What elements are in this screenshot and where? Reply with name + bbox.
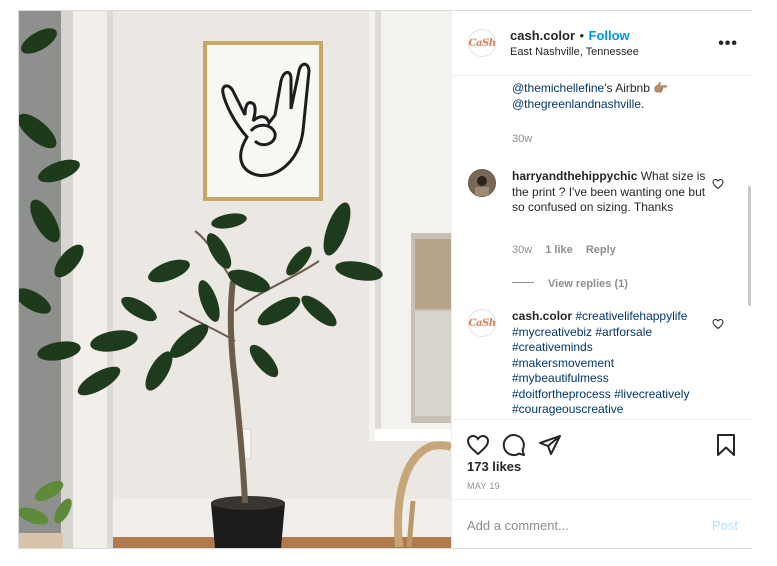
bookmark-icon[interactable] [714, 433, 738, 457]
hashtag-link[interactable]: #mybeautifulmess [512, 371, 609, 385]
heart-icon[interactable] [466, 433, 490, 457]
hashtag-comment: cash.color #creativelifehappylife #mycre… [512, 309, 712, 418]
comment-username[interactable]: harryandthehippychic [512, 169, 637, 183]
view-replies-label: View replies (1) [548, 278, 628, 290]
comment-text: harryandthehippychic What size is the pr… [512, 169, 712, 216]
comments-scrollbar[interactable] [748, 186, 751, 306]
caption-tail: @themichellefine's Airbnb 👉🏽 @thegreenla… [512, 81, 712, 112]
author-username[interactable]: cash.color [510, 28, 575, 43]
hashtag-link[interactable]: #makersmovement [512, 356, 614, 370]
post-location[interactable]: East Nashville, Tennessee [510, 46, 639, 58]
like-count[interactable]: 173 likes [467, 459, 521, 474]
mention-link[interactable]: @themichellefine [512, 81, 604, 95]
avatar-logo: CaSh [468, 37, 496, 49]
hashtag-link[interactable]: #doitfortheprocess [512, 387, 611, 401]
comment-meta: 30w 1 like Reply [512, 244, 616, 256]
comment-like-heart-icon[interactable] [712, 178, 724, 190]
mention-link[interactable]: @thegreenlandnashville [512, 97, 641, 111]
post-date[interactable]: MAY 19 [467, 481, 500, 491]
author-avatar[interactable]: CaSh [468, 309, 496, 337]
caption-text: 's Airbnb 👉🏽 [604, 81, 669, 95]
share-icon[interactable] [538, 433, 562, 457]
comment-username[interactable]: cash.color [512, 309, 572, 323]
post-actions: 173 likes MAY 19 [452, 419, 752, 510]
post-sidebar: CaSh cash.color • Follow East Nashville,… [451, 11, 752, 548]
separator-dot: • [579, 28, 585, 43]
add-comment-bar: Add a comment... Post [452, 499, 752, 549]
author-line: cash.color • Follow [510, 27, 630, 45]
comment-likes[interactable]: 1 like [545, 244, 573, 256]
post-header: CaSh cash.color • Follow East Nashville,… [452, 11, 752, 76]
hashtag-link[interactable]: #livecreatively [614, 387, 689, 401]
commenter-avatar[interactable] [468, 169, 496, 197]
hashtag-link[interactable]: #artforsale [595, 325, 652, 339]
post-comment-button[interactable]: Post [712, 518, 738, 533]
author-avatar[interactable]: CaSh [468, 29, 496, 57]
plant-room-image [19, 11, 451, 548]
person-photo-icon [469, 170, 495, 196]
comment-icon[interactable] [502, 433, 526, 457]
hashtag-link[interactable]: #creativeminds [512, 340, 593, 354]
view-replies[interactable]: View replies (1) [512, 274, 628, 292]
post-photo[interactable] [19, 11, 451, 548]
hashtag-link[interactable]: #creativelifehappylife [575, 309, 687, 323]
caption-text: . [640, 96, 645, 111]
comment-input[interactable]: Add a comment... [467, 518, 569, 533]
hashtag-link[interactable]: #courageouscreative [512, 402, 623, 416]
reply-button[interactable]: Reply [586, 244, 616, 256]
comment-time[interactable]: 30w [512, 244, 532, 256]
comments-list[interactable]: @themichellefine's Airbnb 👉🏽 @thegreenla… [452, 76, 752, 419]
avatar-logo: CaSh [468, 317, 496, 329]
hashtag-link[interactable]: #mycreativebiz [512, 325, 592, 339]
replies-divider [512, 282, 534, 284]
post-card: CaSh cash.color • Follow East Nashville,… [18, 10, 752, 549]
caption-time[interactable]: 30w [512, 133, 532, 145]
follow-button[interactable]: Follow [589, 28, 630, 43]
more-options-icon[interactable]: ••• [718, 35, 738, 53]
comment-like-heart-icon[interactable] [712, 318, 724, 330]
